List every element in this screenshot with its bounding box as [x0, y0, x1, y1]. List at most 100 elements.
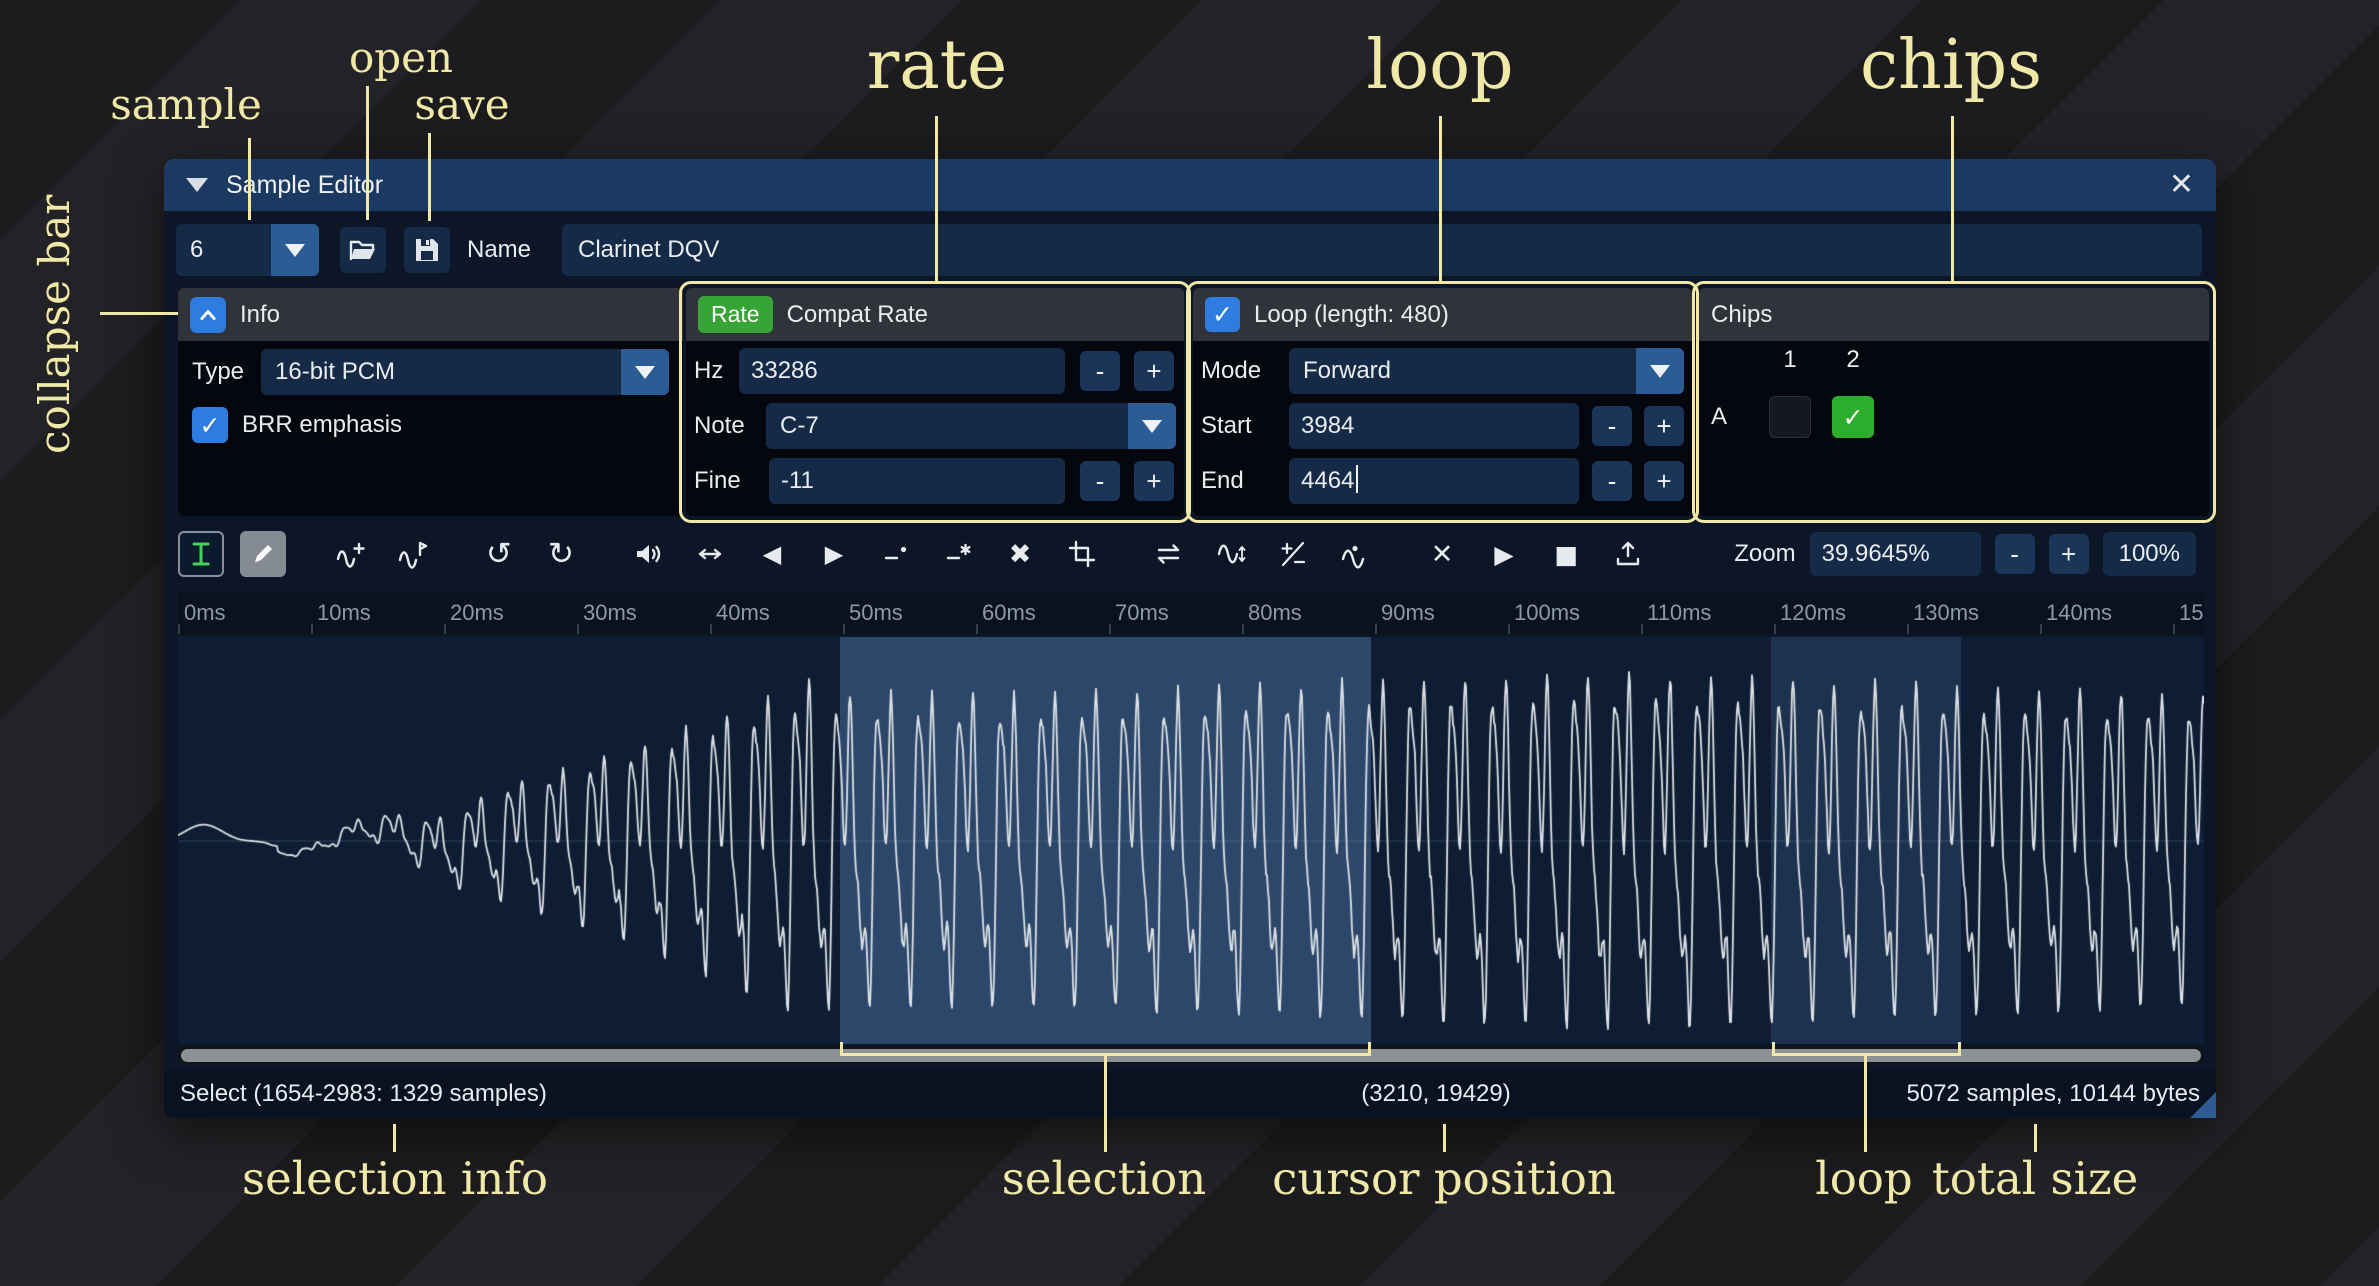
normalize-button[interactable]	[687, 531, 733, 577]
chevron-down-icon	[635, 366, 655, 379]
sample-number-select[interactable]: 6	[176, 224, 319, 276]
ruler-label: 100ms	[1508, 591, 1641, 634]
collapse-bar-button[interactable]	[190, 297, 226, 333]
select-mode-button[interactable]	[178, 531, 224, 577]
zoom-plus-button[interactable]: +	[2049, 534, 2089, 574]
waveform-area[interactable]	[178, 637, 2204, 1044]
redo-button[interactable]: ↻	[538, 531, 584, 577]
chip-column-2-label: 2	[1832, 337, 1874, 383]
ruler-label: 130ms	[1907, 591, 2040, 634]
play-icon: ▶	[1494, 540, 1513, 569]
chevron-down-icon	[285, 244, 305, 257]
save-sample-button[interactable]	[404, 227, 450, 273]
trim-button[interactable]	[1059, 531, 1105, 577]
loop-enable-checkbox[interactable]: ✓	[1205, 297, 1240, 332]
sample-dropdown-arrow[interactable]	[271, 224, 319, 276]
invert-button[interactable]	[1208, 531, 1254, 577]
make-wavetable-button[interactable]	[1605, 531, 1651, 577]
collapse-triangle-icon[interactable]	[186, 178, 208, 192]
chip-2-checkbox[interactable]: ✓	[1832, 396, 1874, 438]
insert-silence-button[interactable]	[873, 531, 919, 577]
name-label: Name	[467, 224, 531, 276]
undo-icon: ↺	[486, 536, 512, 572]
loop-end-minus-button[interactable]: -	[1592, 461, 1632, 501]
loop-end-plus-button[interactable]: +	[1644, 461, 1684, 501]
draw-mode-button[interactable]	[240, 531, 286, 577]
annotation-total-size: total size	[1932, 1152, 2139, 1205]
mode-dropdown-arrow[interactable]	[1636, 348, 1684, 394]
type-dropdown-arrow[interactable]	[621, 349, 669, 395]
amplify-button[interactable]	[625, 531, 671, 577]
annotation-line-cursor-position	[1443, 1124, 1446, 1152]
filter-button[interactable]	[1332, 531, 1378, 577]
crossfade-loop-button[interactable]: ✕	[1419, 531, 1465, 577]
loop-end-value: 4464	[1301, 467, 1354, 494]
fade-in-button[interactable]: ◀	[749, 531, 795, 577]
delete-button[interactable]: ✖	[997, 531, 1043, 577]
hz-minus-button[interactable]: -	[1080, 351, 1120, 391]
rate-panel-body: Hz 33286 - + Note C-7 Fine -11 - +	[686, 341, 1184, 516]
resize-button[interactable]	[327, 531, 373, 577]
sample-name-input[interactable]: Clarinet DQV	[562, 224, 2202, 276]
dash-star-icon	[943, 539, 973, 569]
annotation-line-save	[428, 133, 431, 221]
open-sample-button[interactable]	[340, 227, 386, 273]
fade-out-icon: ▶	[825, 540, 843, 568]
stop-preview-button[interactable]: ■	[1543, 531, 1589, 577]
info-panel-title: Info	[240, 301, 280, 329]
ruler-label: 60ms	[976, 591, 1109, 634]
annotation-line-selection	[1104, 1056, 1107, 1152]
fine-input[interactable]: -11	[769, 458, 1065, 504]
upload-icon	[1613, 539, 1643, 569]
sign-button[interactable]	[1270, 531, 1316, 577]
waveform-canvas[interactable]	[178, 637, 2204, 1044]
loop-start-minus-button[interactable]: -	[1592, 406, 1632, 446]
chevron-down-icon	[1142, 420, 1162, 433]
zoom-input[interactable]: 39.9645%	[1810, 532, 1981, 576]
wave-plus-icon	[335, 539, 365, 569]
rate-button[interactable]: Rate	[698, 296, 773, 333]
resample-button[interactable]	[389, 531, 435, 577]
note-dropdown-arrow[interactable]	[1128, 403, 1176, 449]
brr-emphasis-checkbox[interactable]: ✓	[192, 407, 228, 443]
arrows-horizontal-icon	[695, 539, 725, 569]
info-panel-header: Info	[178, 288, 683, 341]
timeline-ruler: 0ms 10ms 20ms 30ms 40ms 50ms 60ms 70ms 8…	[178, 591, 2204, 634]
fade-out-button[interactable]: ▶	[811, 531, 857, 577]
check-icon: ✓	[200, 411, 221, 440]
selection-info-text: Select (1654-2983: 1329 samples)	[180, 1070, 547, 1118]
ruler-label: 110ms	[1641, 591, 1774, 634]
chip-1-checkbox[interactable]	[1769, 396, 1811, 438]
loop-mode-select[interactable]: Forward	[1289, 348, 1684, 394]
window-titlebar[interactable]: Sample Editor ✕	[164, 159, 2216, 211]
loop-start-plus-button[interactable]: +	[1644, 406, 1684, 446]
reverse-button[interactable]	[1146, 531, 1192, 577]
loop-end-input[interactable]: 4464	[1289, 458, 1579, 504]
edit-cursor-icon	[186, 539, 216, 569]
info-panel: Info Type 16-bit PCM ✓ BRR emphasis	[178, 288, 683, 516]
preview-button[interactable]: ▶	[1481, 531, 1527, 577]
fade-in-icon: ◀	[763, 540, 781, 568]
chips-panel-header: Chips	[1699, 288, 2209, 341]
folder-open-icon	[348, 235, 378, 265]
loop-start-input[interactable]: 3984	[1289, 403, 1579, 449]
note-select[interactable]: C-7	[766, 403, 1176, 449]
sample-type-select[interactable]: 16-bit PCM	[261, 349, 669, 395]
fine-plus-button[interactable]: +	[1134, 461, 1174, 501]
zoom-reset-button[interactable]: 100%	[2103, 532, 2196, 576]
fine-minus-button[interactable]: -	[1080, 461, 1120, 501]
crossfade-x-icon: ✕	[1431, 539, 1454, 570]
loop-panel: ✓ Loop (length: 480) Mode Forward Start …	[1193, 288, 1692, 516]
loop-end-label: End	[1201, 458, 1244, 504]
resize-grip[interactable]	[2190, 1092, 2216, 1118]
check-icon: ✓	[1843, 403, 1864, 432]
zoom-minus-button[interactable]: -	[1995, 534, 2035, 574]
hz-input[interactable]: 33286	[739, 348, 1065, 394]
undo-button[interactable]: ↺	[476, 531, 522, 577]
sample-type-value: 16-bit PCM	[261, 358, 621, 386]
close-icon[interactable]: ✕	[2169, 170, 2194, 200]
apply-silence-button[interactable]	[935, 531, 981, 577]
annotation-save: save	[414, 80, 509, 129]
hz-plus-button[interactable]: +	[1134, 351, 1174, 391]
ruler-label: 10ms	[311, 591, 444, 634]
